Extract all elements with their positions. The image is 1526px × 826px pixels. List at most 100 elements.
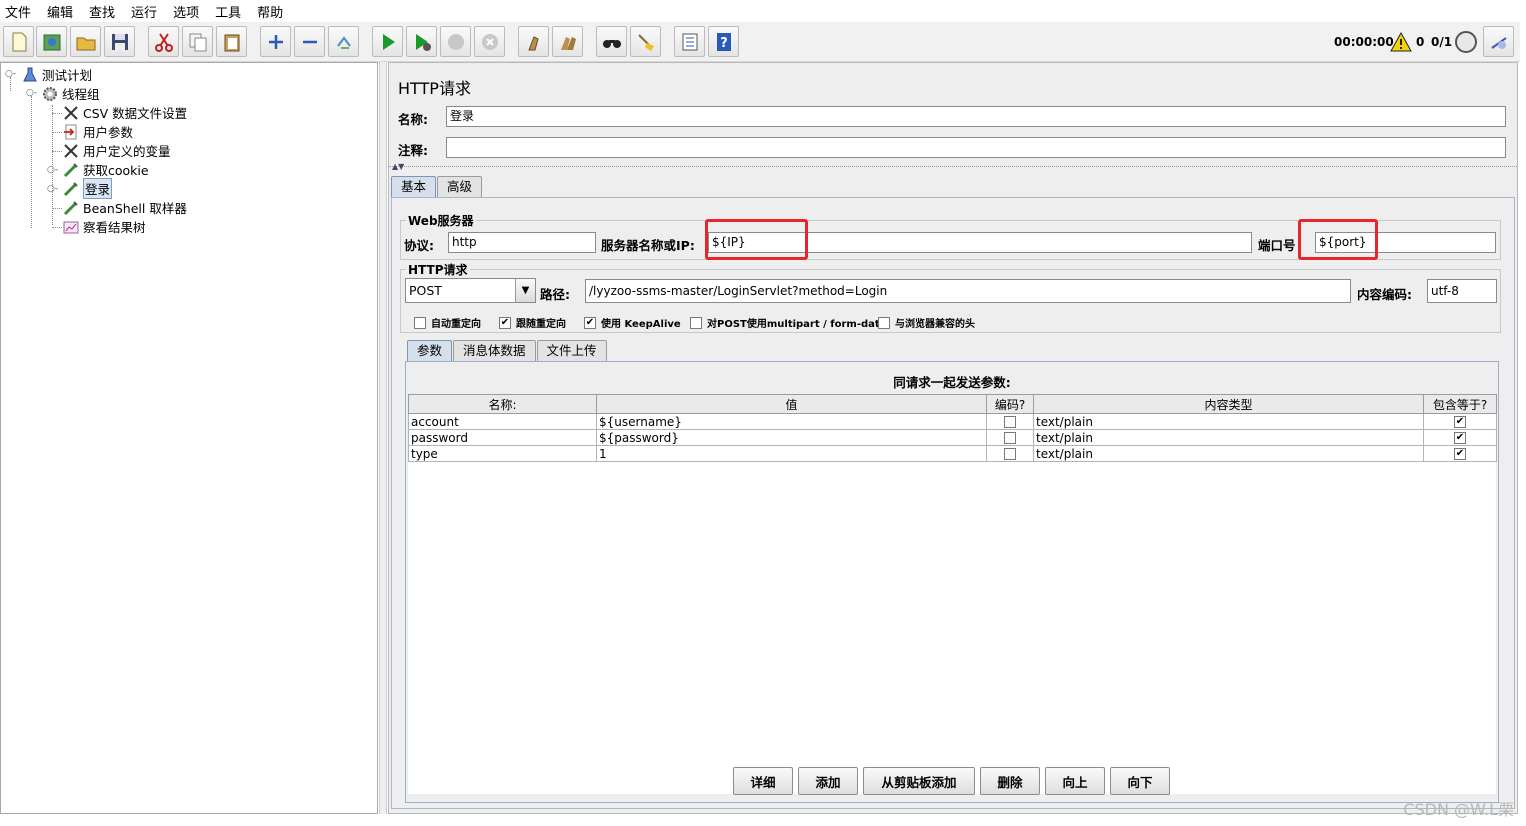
main-tabs: 基本 高级 [391, 176, 483, 197]
copy-button[interactable] [182, 26, 213, 57]
tree-toggle-cookie[interactable]: ○- [47, 166, 58, 175]
menu-options[interactable]: 选项 [172, 2, 200, 21]
param-name[interactable]: password [408, 429, 597, 446]
menu-help[interactable]: 帮助 [256, 2, 284, 21]
move-down-button[interactable]: 向下 [1110, 767, 1170, 795]
encode-checkbox[interactable] [986, 429, 1034, 446]
toolbar: ? 00:00:00 0 0/1 [0, 22, 1520, 62]
splitter[interactable] [379, 62, 387, 814]
tree-item-login[interactable]: 登录 [62, 178, 113, 199]
menu-edit[interactable]: 编辑 [46, 2, 74, 21]
param-content-type[interactable]: text/plain [1033, 445, 1424, 462]
stop-icon [447, 33, 464, 50]
paste-icon [224, 34, 239, 51]
param-name[interactable]: account [408, 413, 597, 430]
tree-item-test-plan[interactable]: 测试计划 [21, 65, 92, 84]
tab-basic[interactable]: 基本 [391, 176, 437, 197]
checkbox-box [878, 316, 890, 329]
tree-toggle-plan[interactable]: ○- [5, 70, 16, 79]
open-button[interactable] [70, 26, 101, 57]
menu-tools[interactable]: 工具 [214, 2, 242, 21]
function-helper-button[interactable] [674, 26, 705, 57]
delete-button[interactable]: 删除 [980, 767, 1040, 795]
param-value[interactable]: ${username} [596, 413, 987, 430]
browser-headers-checkbox[interactable]: 与浏览器兼容的头 [878, 315, 975, 330]
tree-item-user-params[interactable]: 用户参数 [62, 122, 133, 141]
toggle-button[interactable] [328, 26, 359, 57]
menu-file[interactable]: 文件 [4, 2, 32, 21]
include-equals-checkbox[interactable]: ✔ [1423, 413, 1497, 430]
include-equals-checkbox[interactable]: ✔ [1423, 429, 1497, 446]
multipart-checkbox[interactable]: 对POST使用multipart / form-data [690, 315, 886, 330]
start-no-pause-button[interactable] [406, 26, 437, 57]
params-table: 名称: 值 编码? 内容类型 包含等于? account ${username}… [408, 394, 1497, 462]
col-include-equals[interactable]: 包含等于? [1423, 394, 1497, 414]
collapse-button[interactable] [294, 26, 325, 57]
include-equals-checkbox[interactable]: ✔ [1423, 445, 1497, 462]
menu-run[interactable]: 运行 [130, 2, 158, 21]
add-from-clipboard-button[interactable]: 从剪贴板添加 [863, 767, 975, 795]
new-button[interactable] [3, 26, 34, 57]
auto-redirect-checkbox[interactable]: 自动重定向 [414, 315, 481, 330]
tab-file-upload[interactable]: 文件上传 [536, 340, 607, 361]
tree-item-thread-group[interactable]: 线程组 [41, 84, 100, 103]
name-field[interactable]: 登录 [446, 106, 1506, 127]
clear-all-button[interactable] [552, 26, 583, 57]
table-row[interactable]: account ${username} text/plain ✔ [408, 413, 1497, 430]
tree-item-user-vars[interactable]: 用户定义的变量 [62, 141, 171, 160]
clear-button[interactable] [518, 26, 549, 57]
templates-button[interactable] [36, 26, 67, 57]
param-content-type[interactable]: text/plain [1033, 429, 1424, 446]
port-highlight-box [1298, 219, 1378, 260]
save-button[interactable] [104, 26, 135, 57]
tree-item-get-cookie[interactable]: 获取cookie [62, 160, 149, 179]
stop-button[interactable] [440, 26, 471, 57]
templates-icon [43, 34, 60, 50]
checkmark-icon: ✔ [584, 316, 596, 329]
add-button[interactable]: 添加 [798, 767, 858, 795]
encode-checkbox[interactable] [986, 413, 1034, 430]
comment-field[interactable] [446, 137, 1506, 158]
detail-button[interactable]: 详细 [733, 767, 793, 795]
tab-advanced[interactable]: 高级 [437, 176, 483, 197]
method-select[interactable]: POST ▼ [405, 278, 536, 303]
tree-item-csv-config[interactable]: CSV 数据文件设置 [62, 103, 187, 122]
table-row[interactable]: password ${password} text/plain ✔ [408, 429, 1497, 446]
collapse-arrows-icon[interactable]: ▲▼ [392, 162, 404, 171]
help-button[interactable]: ? [708, 26, 739, 57]
param-value[interactable]: ${password} [596, 429, 987, 446]
paste-button[interactable] [216, 26, 247, 57]
divider [389, 166, 1517, 167]
tab-parameters[interactable]: 参数 [407, 340, 453, 361]
param-value[interactable]: 1 [596, 445, 987, 462]
shutdown-icon [481, 33, 498, 50]
col-value[interactable]: 值 [596, 394, 987, 414]
table-row[interactable]: type 1 text/plain ✔ [408, 445, 1497, 462]
follow-redirect-checkbox[interactable]: ✔ 跟随重定向 [499, 315, 566, 330]
shutdown-button[interactable] [474, 26, 505, 57]
tree-toggle-login[interactable]: ○- [47, 185, 58, 194]
sampler-icon [62, 180, 80, 198]
param-content-type[interactable]: text/plain [1033, 413, 1424, 430]
tree-item-results-tree[interactable]: 察看结果树 [62, 217, 146, 236]
log-viewer-button[interactable] [1483, 26, 1514, 57]
start-button[interactable] [372, 26, 403, 57]
menu-search[interactable]: 查找 [88, 2, 116, 21]
col-name[interactable]: 名称: [408, 394, 597, 414]
tab-body-data[interactable]: 消息体数据 [453, 340, 536, 361]
encode-checkbox[interactable] [986, 445, 1034, 462]
tree-toggle-threadgroup[interactable]: ○- [26, 89, 37, 98]
tree-item-beanshell[interactable]: BeanShell 取样器 [62, 198, 187, 217]
param-name[interactable]: type [408, 445, 597, 462]
search-button[interactable] [596, 26, 627, 57]
reset-search-button[interactable] [630, 26, 661, 57]
protocol-field[interactable]: http [448, 232, 596, 253]
encoding-field[interactable]: utf-8 [1427, 279, 1497, 303]
keepalive-checkbox[interactable]: ✔ 使用 KeepAlive [584, 315, 681, 330]
cut-button[interactable] [148, 26, 179, 57]
col-encode[interactable]: 编码? [986, 394, 1034, 414]
path-field[interactable]: /lyyzoo-ssms-master/LoginServlet?method=… [585, 279, 1351, 303]
expand-button[interactable] [260, 26, 291, 57]
move-up-button[interactable]: 向上 [1045, 767, 1105, 795]
col-content-type[interactable]: 内容类型 [1033, 394, 1424, 414]
